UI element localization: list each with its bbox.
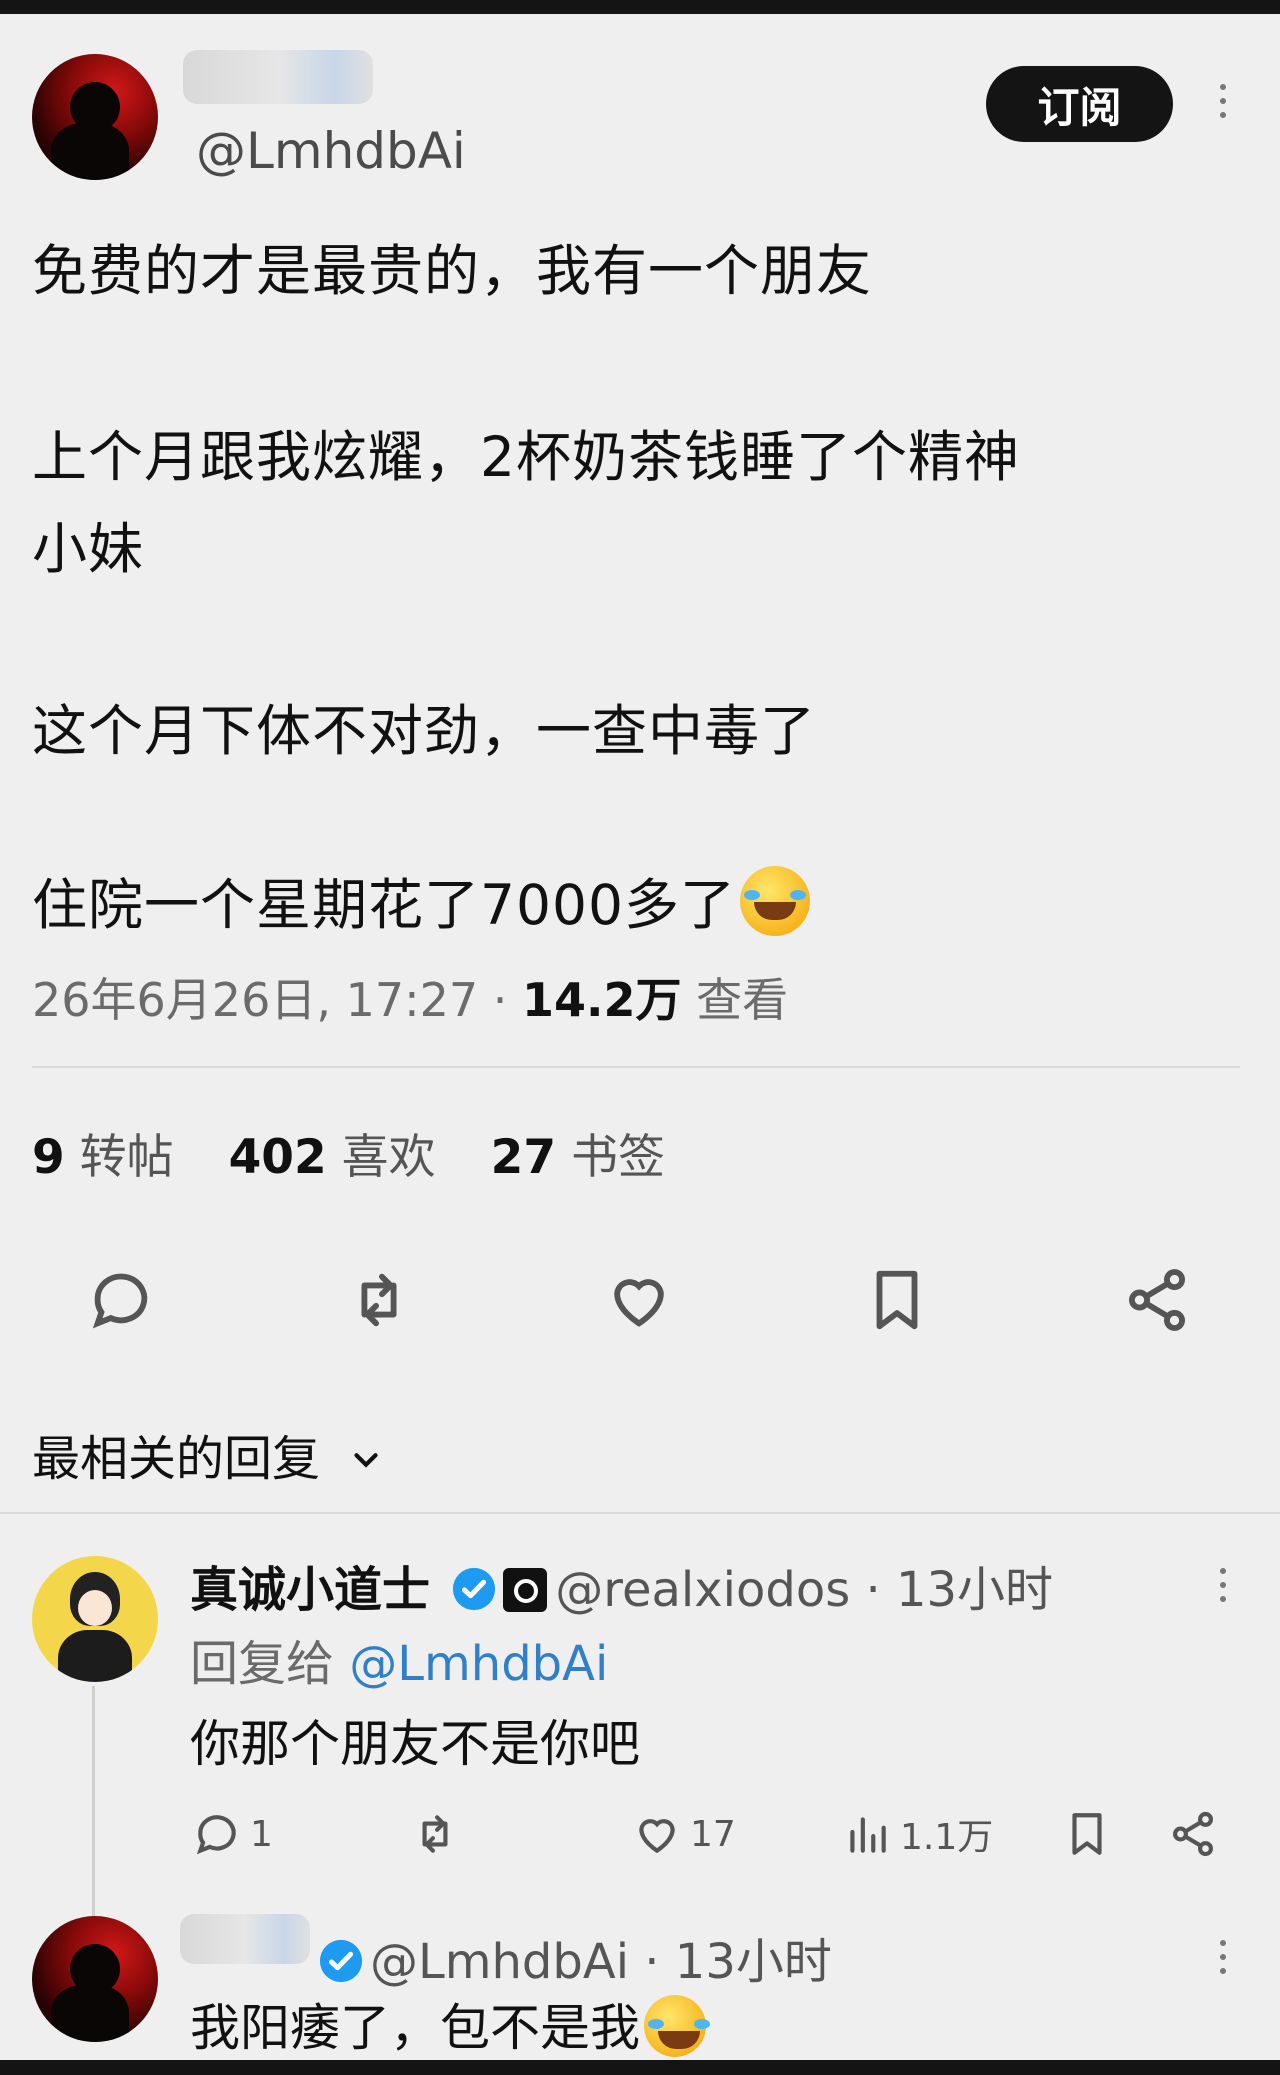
post-text-line-5-text: 住院一个星期花了7000多了 bbox=[32, 873, 736, 937]
share-icon bbox=[1173, 1811, 1213, 1857]
share-icon[interactable] bbox=[1122, 1265, 1192, 1335]
views-chart-icon bbox=[850, 1817, 886, 1853]
reply-reply-button[interactable]: 1 bbox=[192, 1806, 273, 1862]
like-icon bbox=[639, 1819, 675, 1854]
reply-2-text: 我阳痿了，包不是我 bbox=[190, 1999, 640, 2057]
laughing-emoji-icon bbox=[644, 1995, 706, 2057]
verified-badge-icon bbox=[319, 1939, 363, 1983]
verified-badge-icon bbox=[453, 1567, 496, 1611]
reply-like-button[interactable]: 17 bbox=[632, 1806, 736, 1862]
reply-icon[interactable] bbox=[86, 1265, 156, 1335]
reply-2-more-options-icon[interactable] bbox=[1218, 1940, 1228, 1974]
thread-line bbox=[92, 1686, 95, 1926]
reply-bookmark-button[interactable] bbox=[1062, 1806, 1112, 1862]
reply-time: · 13小时 bbox=[850, 1562, 1054, 1618]
reply-like-count: 17 bbox=[690, 1813, 736, 1855]
post-text-line-5: 住院一个星期花了7000多了 bbox=[32, 860, 810, 940]
reply-2-avatar[interactable] bbox=[32, 1916, 158, 2042]
view-label: 查看 bbox=[681, 973, 789, 1027]
repost-icon bbox=[422, 1815, 448, 1853]
reply-more-options-icon[interactable] bbox=[1218, 1568, 1228, 1602]
bookmark-icon bbox=[1072, 1813, 1102, 1855]
reply-2-header: @LmhdbAi · 13小时 bbox=[318, 1922, 832, 1992]
screen: @LmhdbAi 订阅 免费的才是最贵的，我有一个朋友 上个月跟我炫耀，2杯奶茶… bbox=[0, 14, 1280, 2060]
likes-stat[interactable]: 402 喜欢 bbox=[229, 1130, 436, 1185]
post-meta: 26年6月26日, 17:27 · 14.2万 查看 bbox=[32, 964, 788, 1030]
reply-to: 回复给 @LmhdbAi bbox=[190, 1624, 608, 1694]
reply-2-author-handle[interactable]: @LmhdbAi bbox=[370, 1934, 629, 1990]
repost-icon[interactable] bbox=[344, 1265, 414, 1335]
author-avatar[interactable] bbox=[32, 54, 158, 180]
more-options-icon[interactable] bbox=[1218, 84, 1228, 118]
reply-repost-button[interactable] bbox=[410, 1806, 460, 1862]
reply-header: 真诚小道士 @realxiodos · 13小时 bbox=[190, 1550, 1053, 1620]
subscribe-button[interactable]: 订阅 bbox=[986, 66, 1173, 142]
reply-share-button[interactable] bbox=[1168, 1806, 1218, 1862]
author-name-blurred bbox=[183, 50, 373, 104]
divider bbox=[0, 1512, 1280, 1514]
replies-sort-dropdown[interactable]: 最相关的回复 bbox=[32, 1419, 385, 1489]
author-handle[interactable]: @LmhdbAi bbox=[196, 122, 466, 180]
reply-icon bbox=[196, 1815, 236, 1855]
bookmarks-stat[interactable]: 27 书签 bbox=[491, 1130, 665, 1185]
post-text-line-2: 上个月跟我炫耀，2杯奶茶钱睡了个精神 bbox=[32, 425, 1020, 489]
reply-author-name[interactable]: 真诚小道士 bbox=[190, 1562, 430, 1618]
reply-to-mention[interactable]: @LmhdbAi bbox=[349, 1636, 608, 1692]
reply-2-time: · 13小时 bbox=[629, 1934, 832, 1990]
reply-2-text-line: 我阳痿了，包不是我 bbox=[190, 1988, 706, 2060]
post-stats: 9 转帖 402 喜欢 27 书签 bbox=[32, 1118, 705, 1187]
replies-sort-label: 最相关的回复 bbox=[32, 1431, 321, 1487]
bookmark-icon[interactable] bbox=[862, 1265, 932, 1335]
reply-views-button[interactable]: 1.1万 bbox=[842, 1806, 993, 1862]
laughing-emoji-icon bbox=[739, 866, 810, 936]
reply-reply-count: 1 bbox=[250, 1813, 273, 1855]
post-date: 26年6月26日, 17:27 · bbox=[32, 973, 523, 1027]
like-icon[interactable] bbox=[604, 1265, 674, 1335]
chevron-down-icon bbox=[354, 1453, 378, 1468]
affiliate-badge-icon bbox=[503, 1568, 548, 1612]
reply-avatar[interactable] bbox=[32, 1556, 158, 1682]
reply-author-handle[interactable]: @realxiodos bbox=[555, 1562, 850, 1618]
view-count: 14.2万 bbox=[522, 973, 682, 1027]
reply-view-count: 1.1万 bbox=[900, 1817, 994, 1858]
reposts-stat[interactable]: 9 转帖 bbox=[32, 1130, 174, 1185]
post-text-line-1: 免费的才是最贵的，我有一个朋友 bbox=[32, 239, 873, 303]
reply-text: 你那个朋友不是你吧 bbox=[190, 1715, 640, 1773]
reply-to-prefix: 回复给 bbox=[190, 1636, 350, 1692]
post-text-line-3: 小妹 bbox=[32, 517, 145, 581]
post-text-line-4: 这个月下体不对劲，一查中毒了 bbox=[32, 699, 817, 763]
divider bbox=[32, 1066, 1240, 1068]
reply-2-name-blurred bbox=[180, 1914, 310, 1964]
